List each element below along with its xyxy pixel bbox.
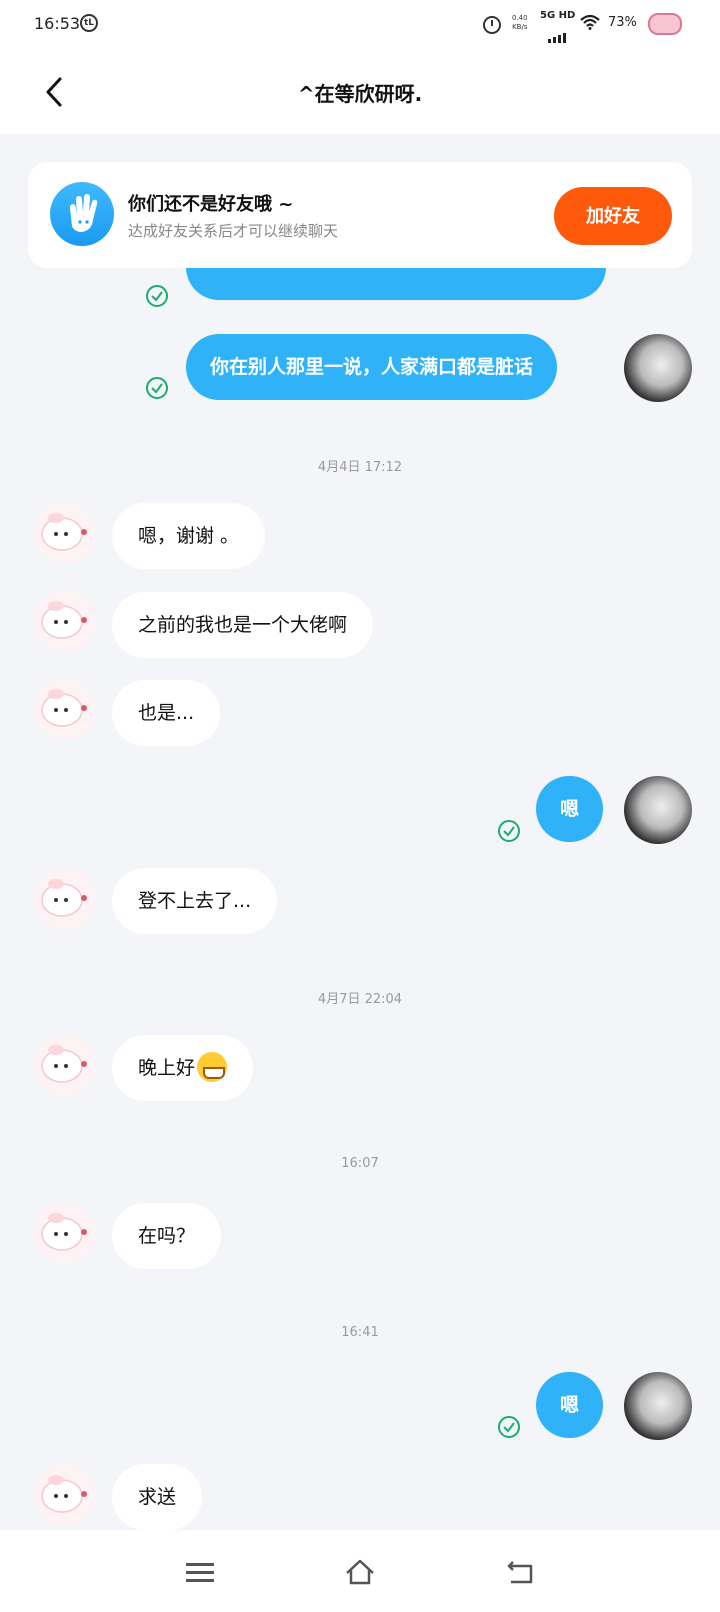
menu-icon[interactable] <box>184 1556 216 1588</box>
battery-level: 73% <box>608 15 637 30</box>
my-avatar[interactable] <box>624 1372 692 1440</box>
message-bubble-in[interactable]: 也是... <box>112 680 221 746</box>
sent-check-icon <box>498 820 520 842</box>
message-bubble-in[interactable]: 之前的我也是一个大佬啊 <box>112 592 374 658</box>
hand-wave-icon <box>50 182 114 246</box>
grin-emoji-icon <box>197 1051 228 1082</box>
contact-avatar[interactable] <box>34 1202 96 1264</box>
sent-check-icon <box>498 1416 520 1438</box>
my-avatar[interactable] <box>624 776 692 844</box>
timestamp: 4月4日 17:12 <box>317 460 403 475</box>
timestamp: 16:41 <box>341 1325 379 1340</box>
back-nav-icon[interactable] <box>505 1556 537 1588</box>
message-bubble-out-partial[interactable] <box>186 268 606 300</box>
add-friend-button[interactable]: 加好友 <box>554 187 672 245</box>
contact-avatar[interactable] <box>34 1464 96 1526</box>
contact-avatar[interactable] <box>34 868 96 930</box>
wifi-icon <box>580 14 600 30</box>
timestamp: 4月7日 22:04 <box>317 992 403 1007</box>
alarm-icon <box>483 16 501 34</box>
message-bubble-in[interactable]: 在吗？ <box>112 1203 222 1269</box>
chat-title: ^在等欣研呀. <box>297 82 423 106</box>
chat-messages[interactable]: 你在别人那里一说，人家满口都是脏话 4月4日 17:12 嗯，谢谢 。 之前的我… <box>0 268 720 1530</box>
signal-icon <box>548 24 568 43</box>
friend-request-card: 你们还不是好友哦 ~ 达成好友关系后才可以继续聊天 加好友 <box>28 162 692 268</box>
message-bubble-out[interactable]: 嗯 <box>536 1372 604 1438</box>
message-bubble-out[interactable]: 嗯 <box>536 776 604 842</box>
my-avatar[interactable] <box>624 334 692 402</box>
message-bubble-in[interactable]: 嗯，谢谢 。 <box>112 503 266 569</box>
sent-check-icon <box>146 377 168 399</box>
notification-icon: tL <box>80 14 98 32</box>
home-icon[interactable] <box>344 1556 376 1588</box>
contact-avatar[interactable] <box>34 678 96 740</box>
message-text: 晚上好 <box>138 1057 196 1079</box>
system-nav-bar <box>0 1530 720 1612</box>
friend-card-subtitle: 达成好友关系后才可以继续聊天 <box>128 222 339 240</box>
message-bubble-in[interactable]: 登不上去了... <box>112 868 278 934</box>
message-bubble-out[interactable]: 你在别人那里一说，人家满口都是脏话 <box>186 334 558 400</box>
sent-check-icon <box>146 285 168 307</box>
contact-avatar[interactable] <box>34 1034 96 1096</box>
status-time: 16:53 <box>34 14 81 33</box>
contact-avatar[interactable] <box>34 590 96 652</box>
timestamp: 16:07 <box>341 1156 379 1171</box>
status-bar: 16:53 tL 0.40 KB/s 5G HD 73% <box>0 0 720 50</box>
message-bubble-in[interactable]: 晚上好 <box>112 1035 254 1101</box>
chat-header: ^在等欣研呀. <box>0 50 720 134</box>
message-bubble-in[interactable]: 求送 <box>112 1464 203 1530</box>
network-speed: 0.40 KB/s <box>512 14 528 31</box>
network-type: 5G HD <box>540 10 576 21</box>
battery-pig-icon <box>648 13 682 35</box>
friend-card-title: 你们还不是好友哦 ~ <box>128 194 294 215</box>
contact-avatar[interactable] <box>34 502 96 564</box>
